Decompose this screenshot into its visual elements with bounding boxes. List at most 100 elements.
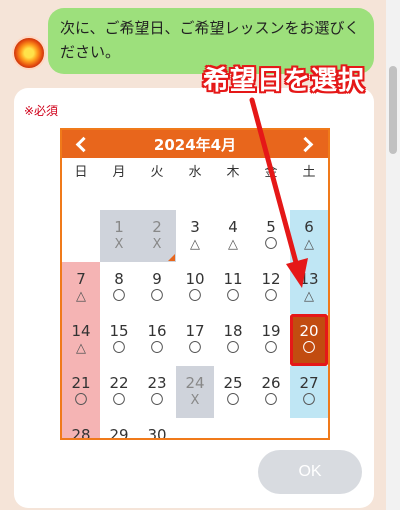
calendar-day-17[interactable]: 17 〇 [176,314,214,366]
day-number: 12 [261,270,281,288]
day-number: 10 [185,270,205,288]
weekday-sat: 土 [302,164,316,180]
availability-mark: 〇 [188,341,202,356]
calendar-day-5[interactable]: 5〇 [252,210,290,262]
day-number: 30 [147,426,167,440]
availability-mark: 〇 [150,393,164,408]
day-number: 21 [71,374,91,392]
date-picker-card: ※必須 2024年4月 日 月 火 水 木 金 土 1 X 2 X 3 △ 4 △ 5 〇 6 △ 7 △… [14,88,374,508]
availability-mark: 〇 [264,341,278,356]
calendar-day-8[interactable]: 8〇 [100,262,138,314]
calendar-day-11[interactable]: 11 〇 [214,262,252,314]
weekday-fri: 金 [264,164,278,180]
day-number: 8 [114,270,124,288]
availability-mark: 〇 [302,341,316,356]
day-number: 24 [185,374,205,392]
availability-mark: 〇 [150,289,164,304]
day-number: 20 [299,322,319,340]
availability-mark: 〇 [112,289,126,304]
availability-mark: 〇 [112,341,126,356]
day-number: 6 [304,218,314,236]
corner-flag-icon [168,254,175,261]
calendar: 2024年4月 日 月 火 水 木 金 土 1 X 2 X 3 △ 4 △ 5 〇 6 △ 7 △ 8 〇 9 〇… [60,128,330,440]
calendar-day-28[interactable]: 28〇 [62,418,100,440]
availability-mark: 〇 [188,289,202,304]
calendar-day-20[interactable]: 20 〇 [290,314,328,366]
scrollbar-thumb[interactable] [389,66,397,154]
availability-mark: 〇 [226,393,240,408]
day-number: 9 [152,270,162,288]
calendar-day-21[interactable]: 21 〇 [62,366,100,418]
calendar-day-3[interactable]: 3 △ [176,210,214,262]
calendar-day-29[interactable]: 29〇 [100,418,138,440]
ok-button[interactable]: OK [258,450,362,494]
day-number: 22 [109,374,129,392]
calendar-day-24: 24 X [176,366,214,418]
calendar-day-7[interactable]: 7 △ [62,262,100,314]
calendar-day-6[interactable]: 6 △ [290,210,328,262]
day-number: 7 [76,270,86,288]
calendar-day-18[interactable]: 18 〇 [214,314,252,366]
availability-mark: 〇 [74,393,88,408]
sun-avatar-icon [12,36,46,70]
day-number: 25 [223,374,243,392]
calendar-day-23[interactable]: 23 〇 [138,366,176,418]
day-number: 1 [114,218,124,236]
calendar-day-30[interactable]: 30〇 [138,418,176,440]
day-number: 23 [147,374,167,392]
calendar-day-25[interactable]: 25 〇 [214,366,252,418]
day-number: 13 [299,270,319,288]
day-number: 27 [299,374,319,392]
availability-mark: 〇 [226,289,240,304]
calendar-day-16[interactable]: 16 〇 [138,314,176,366]
availability-mark: 〇 [264,393,278,408]
day-number: 26 [261,374,281,392]
calendar-empty-cell [62,210,100,262]
availability-mark: △ [228,237,238,252]
availability-mark: X [190,393,200,408]
weekday-wed: 水 [188,164,202,180]
calendar-day-4[interactable]: 4 △ [214,210,252,262]
calendar-day-1: 1X [100,210,138,262]
availability-mark: △ [304,289,314,304]
availability-mark: 〇 [226,341,240,356]
calendar-day-13[interactable]: 13 △ [290,262,328,314]
required-label: ※必須 [24,104,59,118]
availability-mark: △ [76,341,86,356]
calendar-day-26[interactable]: 26 〇 [252,366,290,418]
availability-mark: △ [304,237,314,252]
availability-mark: △ [190,237,200,252]
day-number: 5 [266,218,276,236]
calendar-day-14[interactable]: 14 △ [62,314,100,366]
calendar-day-19[interactable]: 19 〇 [252,314,290,366]
calendar-day-22[interactable]: 22 〇 [100,366,138,418]
day-number: 28 [71,426,91,440]
prev-month-chevron-icon[interactable] [74,136,90,152]
day-number: 19 [261,322,281,340]
day-number: 18 [223,322,243,340]
availability-mark: 〇 [150,341,164,356]
availability-mark: △ [76,289,86,304]
availability-mark: 〇 [302,393,316,408]
day-number: 29 [109,426,129,440]
calendar-day-9[interactable]: 9〇 [138,262,176,314]
day-number: 3 [190,218,200,236]
day-number: 4 [228,218,238,236]
calendar-day-12[interactable]: 12 〇 [252,262,290,314]
calendar-day-27[interactable]: 27 〇 [290,366,328,418]
day-number: 16 [147,322,167,340]
weekday-mon: 月 [112,164,126,180]
next-month-chevron-icon[interactable] [300,136,316,152]
calendar-grid: 日 月 火 水 木 金 土 1 X 2 X 3 △ 4 △ 5 〇 6 △ 7 △ 8 〇 9 〇 10 〇 11 〇 12… [62,158,328,440]
weekday-thu: 木 [226,164,240,180]
day-number: 14 [71,322,91,340]
day-number: 17 [185,322,205,340]
availability-mark: 〇 [264,289,278,304]
weekday-sun: 日 [74,164,88,180]
calendar-day-10[interactable]: 10 〇 [176,262,214,314]
calendar-day-2: 2X [138,210,176,262]
availability-mark: 〇 [112,393,126,408]
scrollbar[interactable] [386,0,400,510]
availability-mark: X [152,237,162,252]
calendar-day-15[interactable]: 15 〇 [100,314,138,366]
